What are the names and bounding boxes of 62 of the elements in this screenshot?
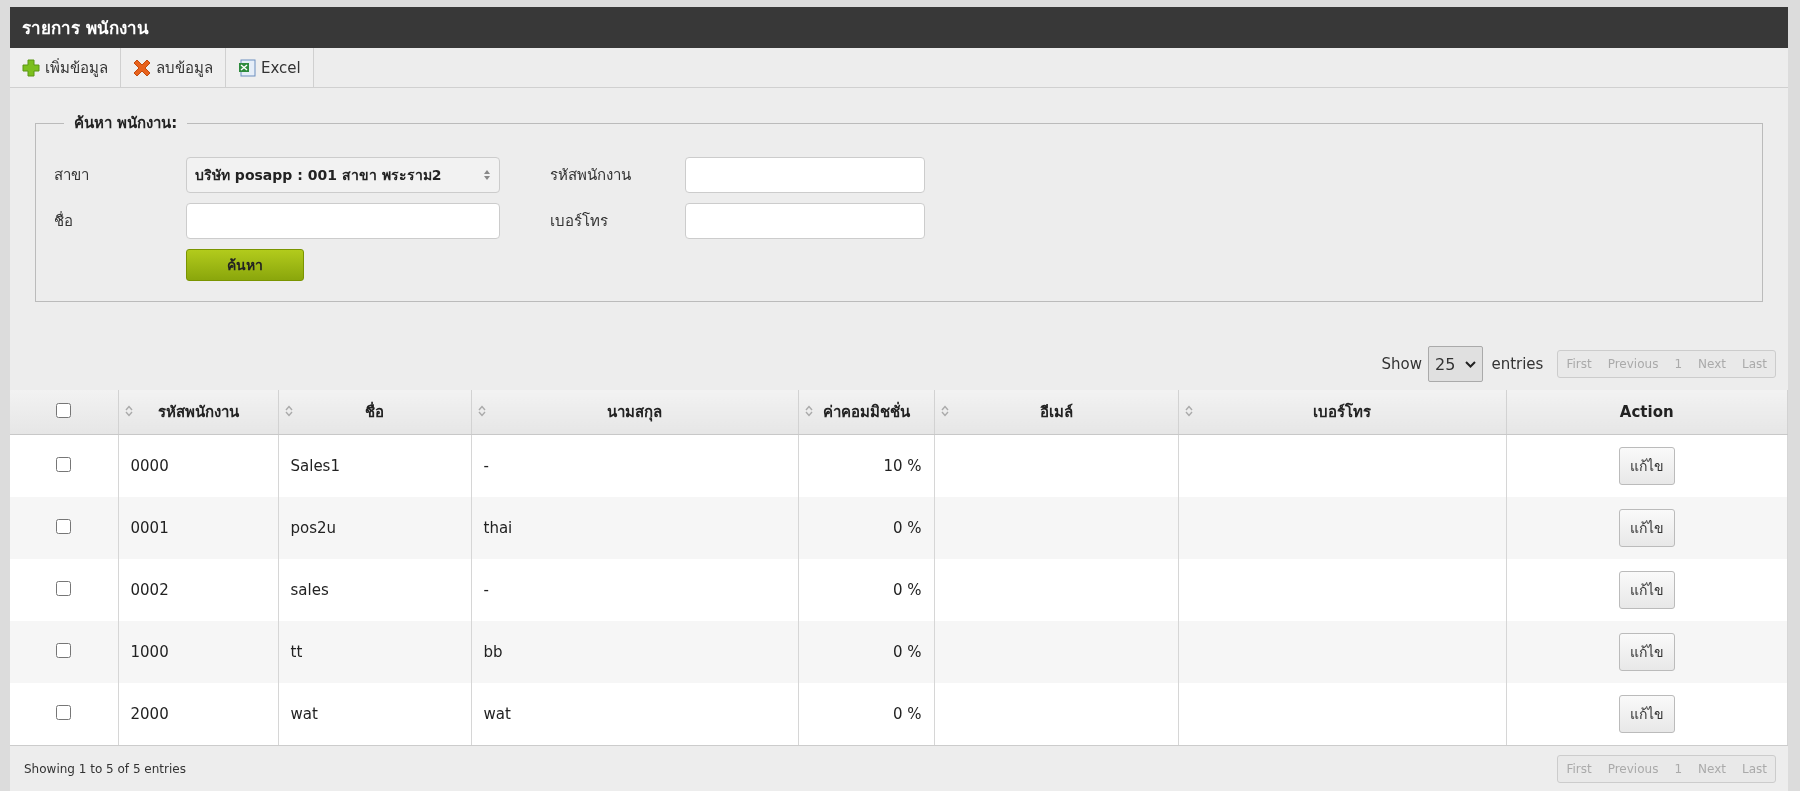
show-label: Show [1381,355,1423,373]
table-cell: 2000 [130,705,169,723]
table-cell: 0001 [130,519,169,537]
row-checkbox[interactable] [56,704,72,720]
spreadsheet-icon [238,58,256,77]
column-header[interactable]: นามสกุล [607,403,662,421]
search-legend: ค้นหา พนักงาน: [64,111,188,135]
table-cell: - [483,581,489,599]
row-checkbox[interactable] [56,456,72,472]
sort-icon[interactable] [284,405,293,417]
edit-button[interactable]: แก้ไข [1618,633,1675,671]
field-label: สาขา [53,165,90,186]
chevron-down-icon [1465,360,1477,368]
row-checkbox[interactable] [56,518,72,534]
table-cell: 0002 [130,581,169,599]
table-cell: thai [483,519,513,537]
sort-icon[interactable] [1184,405,1193,417]
sort-icon[interactable] [477,405,486,417]
field-label: เบอร์โทร [549,211,609,232]
table-cell: 0 % [892,519,922,537]
entries-info: Showing 1 to 5 of 5 entries [24,761,186,776]
input-field[interactable] [685,203,925,239]
edit-button[interactable]: แก้ไข [1618,447,1675,485]
sort-icon[interactable] [804,405,813,417]
table-cell: sales [290,581,329,599]
table-cell: wat [290,705,318,723]
cross-icon [133,58,151,77]
window-title: รายการ พนักงาน [22,17,149,40]
input-field[interactable] [685,157,925,193]
branch-select[interactable]: บริษัท posapp : 001 สาขา พระราม2 [186,157,500,193]
sort-icon[interactable] [124,405,133,417]
table-cell: - [483,457,489,475]
row-checkbox[interactable] [56,642,72,658]
edit-button[interactable]: แก้ไข [1618,509,1675,547]
table-cell: tt [290,643,303,661]
sort-icon[interactable] [940,405,949,417]
table-cell: 10 % [883,457,922,475]
page-size-select[interactable]: 25 [1428,346,1484,382]
column-header[interactable]: ชื่อ [365,403,384,421]
select-all-checkbox[interactable] [56,402,72,418]
table-cell: bb [483,643,503,661]
table-cell: wat [483,705,511,723]
plus-icon [22,58,40,77]
table-cell: 0000 [130,457,169,475]
sort-arrows-icon [483,169,491,181]
entries-label: entries [1491,355,1544,373]
column-header: Action [1619,403,1674,421]
edit-button[interactable]: แก้ไข [1618,571,1675,609]
search-button[interactable]: ค้นหา [186,249,304,281]
edit-button[interactable]: แก้ไข [1618,695,1675,733]
table-cell: 0 % [892,581,922,599]
field-label: รหัสพนักงาน [549,165,632,186]
column-header[interactable]: เบอร์โทร [1313,403,1371,421]
row-checkbox[interactable] [56,580,72,596]
field-label: ชื่อ [53,210,74,232]
table-cell: 0 % [892,643,922,661]
table-cell: 1000 [130,643,169,661]
table-cell: 0 % [892,705,922,723]
table-cell: pos2u [290,519,337,537]
column-header[interactable]: อีเมล์ [1039,403,1073,421]
input-field[interactable] [186,203,500,239]
table-cell: Sales1 [290,457,340,475]
